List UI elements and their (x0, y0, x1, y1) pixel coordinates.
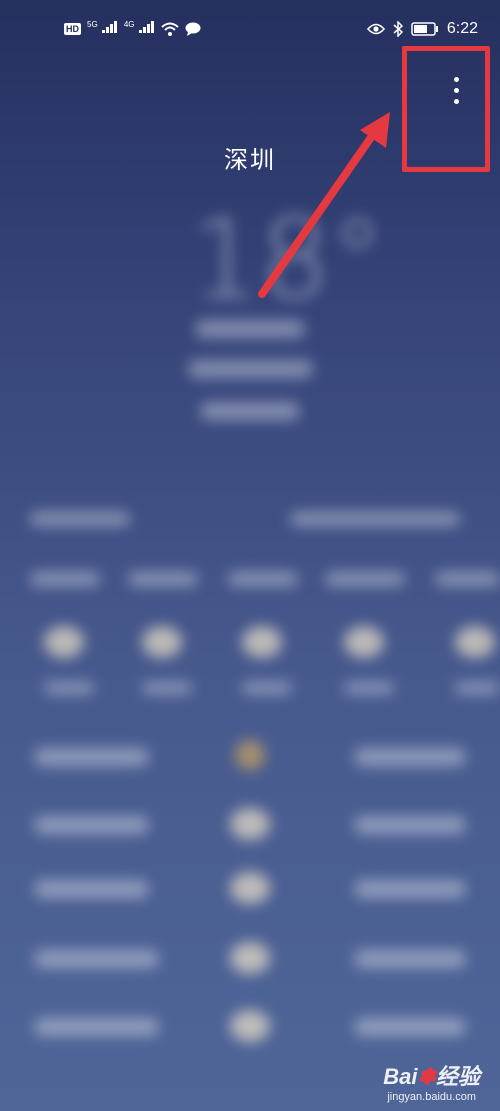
blurred-line (34, 880, 149, 898)
blurred-line (242, 682, 292, 694)
network-5g-label: 5G (87, 20, 98, 29)
blurred-line (435, 572, 500, 586)
city-name: 深圳 (224, 146, 276, 174)
watermark-logo-left: Bai (383, 1064, 418, 1089)
blurred-line (34, 816, 149, 834)
status-left: HD 5G 4G (64, 20, 201, 37)
eye-icon (366, 23, 385, 35)
blurred-line (34, 748, 149, 766)
bluetooth-icon (393, 21, 403, 37)
signal-4g: 4G (124, 20, 155, 37)
blurred-line (30, 572, 100, 586)
blurred-line (30, 512, 130, 526)
baidu-watermark: Bai✽经验 jingyan.baidu.com (383, 1059, 480, 1103)
blurred-line (344, 682, 394, 694)
paw-icon: ✽ (417, 1064, 436, 1089)
blurred-weather-icon (142, 626, 182, 658)
blurred-line (325, 572, 405, 586)
blurred-line (128, 572, 198, 586)
blurred-line (34, 1018, 159, 1036)
blurred-weather-icon (230, 942, 270, 974)
blurred-line (354, 880, 466, 898)
blurred-line (290, 512, 460, 526)
blurred-weather-icon (455, 626, 495, 658)
status-right: 6:22 (366, 20, 478, 38)
blurred-line (142, 682, 192, 694)
blurred-line (188, 360, 313, 378)
battery-icon (411, 22, 438, 36)
blurred-line (34, 950, 159, 968)
watermark-logo: Bai✽经验 (383, 1059, 480, 1091)
watermark-url: jingyan.baidu.com (387, 1091, 476, 1103)
signal-5g: 5G (87, 20, 118, 37)
blurred-line (354, 816, 466, 834)
blurred-line (455, 682, 500, 694)
blurred-weather-icon (344, 626, 384, 658)
blurred-line (195, 320, 305, 338)
blurred-weather-icon (230, 1010, 270, 1042)
blurred-weather-icon (230, 808, 270, 840)
message-bubble-icon (185, 22, 201, 36)
wifi-icon (161, 22, 179, 36)
blurred-line (354, 950, 466, 968)
blurred-line (44, 682, 94, 694)
blurred-weather-icon (230, 872, 270, 904)
blurred-weather-icon (235, 740, 265, 770)
watermark-logo-right: 经验 (435, 1064, 480, 1089)
network-4g-label: 4G (123, 20, 135, 29)
blurred-weather-icon (44, 626, 84, 658)
blurred-line (354, 748, 466, 766)
blurred-line (200, 402, 300, 420)
blurred-weather-content: 18° (0, 180, 500, 1111)
blurred-line (228, 572, 298, 586)
hd-badge: HD (64, 22, 81, 35)
current-temperature: 18° (190, 195, 385, 323)
status-time: 6:22 (446, 20, 478, 37)
blurred-weather-icon (242, 626, 282, 658)
signal-bars-icon (138, 21, 154, 33)
signal-bars-icon (101, 21, 117, 33)
blurred-line (354, 1018, 466, 1036)
